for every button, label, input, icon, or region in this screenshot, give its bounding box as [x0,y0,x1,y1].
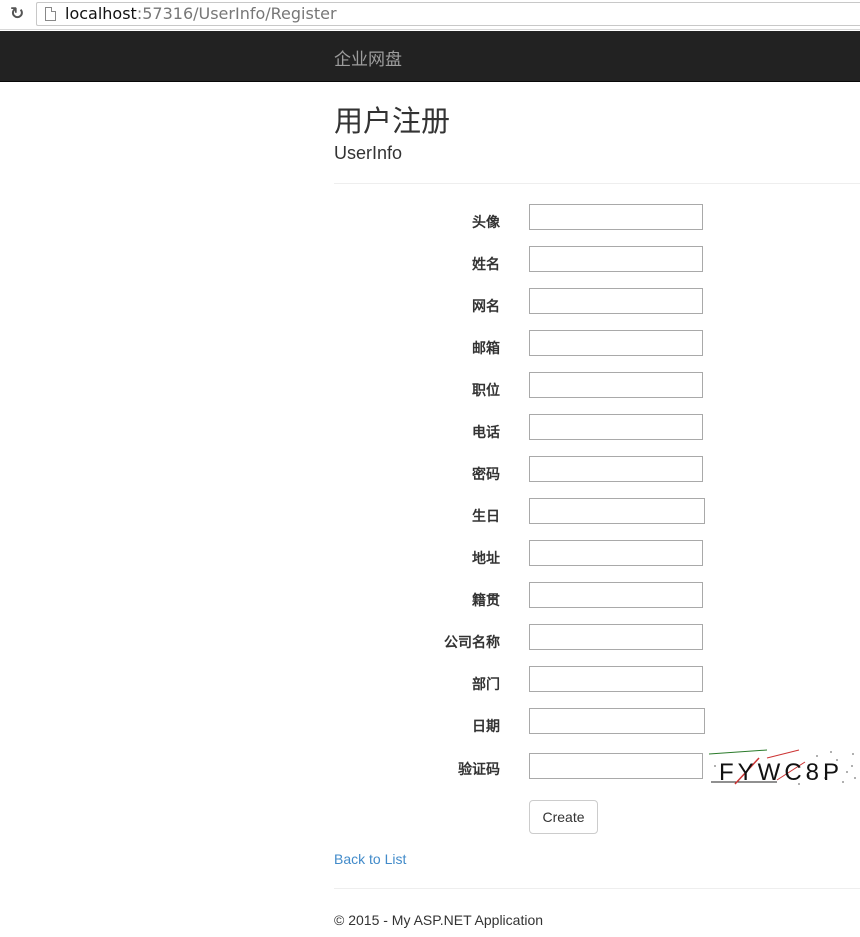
label-date: 日期 [472,719,500,735]
label-department: 部门 [472,677,500,693]
company-input[interactable] [529,624,703,650]
label-captcha: 验证码 [458,762,500,778]
label-avatar: 头像 [472,215,500,231]
birthday-input[interactable] [529,498,705,524]
label-password: 密码 [472,467,500,483]
label-nickname: 网名 [472,299,500,315]
url-path: :57316/UserInfo/Register [136,4,337,23]
label-birthday: 生日 [472,509,500,525]
address-input[interactable] [529,540,703,566]
hometown-input[interactable] [529,582,703,608]
reload-icon[interactable]: ↻ [10,5,28,23]
footer-copyright: © 2015 - My ASP.NET Application [334,912,544,928]
phone-input[interactable] [529,414,703,440]
nickname-input[interactable] [529,288,703,314]
page-subtitle: UserInfo [334,143,403,163]
brand-link[interactable]: 企业网盘 [334,45,402,70]
captcha-input[interactable] [529,753,703,779]
url-host: localhost [65,4,137,23]
url-text: localhost:57316/UserInfo/Register [65,5,337,23]
captcha-text: FYWC8P [719,759,843,786]
label-address: 地址 [472,551,500,567]
footer-divider [334,888,860,889]
page-icon [45,7,56,21]
label-hometown: 籍贯 [472,593,500,609]
page-title: 用户注册 [334,104,451,138]
label-email: 邮箱 [472,341,500,357]
create-button[interactable]: Create [529,800,598,834]
divider [334,183,860,184]
address-bar[interactable]: localhost:57316/UserInfo/Register [36,2,860,26]
email-input[interactable] [529,330,703,356]
navbar: 企业网盘 [0,31,860,82]
date-input[interactable] [529,708,705,734]
label-company: 公司名称 [444,635,500,651]
browser-toolbar: ↻ localhost:57316/UserInfo/Register [0,0,860,30]
label-phone: 电话 [472,425,500,441]
password-input[interactable] [529,456,703,482]
position-input[interactable] [529,372,703,398]
label-name: 姓名 [472,257,500,273]
captcha-image[interactable]: FYWC8P [707,748,857,786]
avatar-input[interactable] [529,204,703,230]
department-input[interactable] [529,666,703,692]
back-to-list-link[interactable]: Back to List [334,851,406,867]
label-position: 职位 [472,383,500,399]
name-input[interactable] [529,246,703,272]
